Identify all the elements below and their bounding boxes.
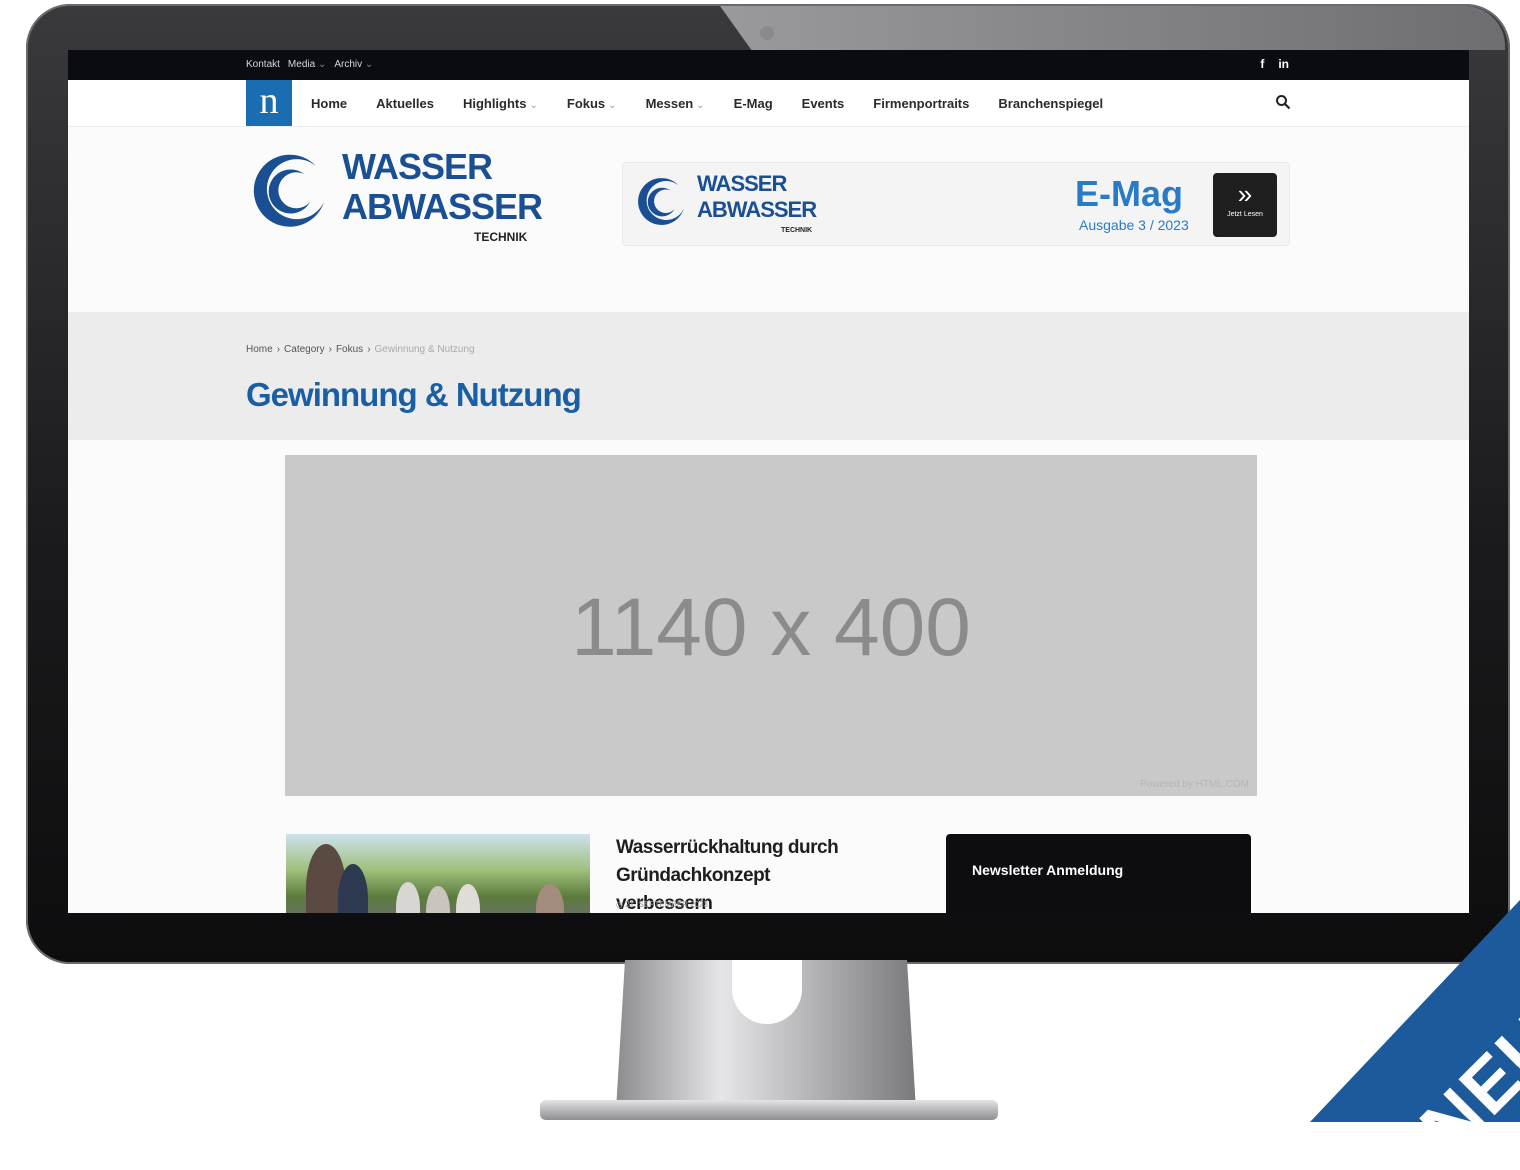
nav-emag[interactable]: E-Mag bbox=[734, 96, 773, 111]
logo-line-3: TECHNIK bbox=[474, 230, 528, 244]
social-links: f in bbox=[1260, 57, 1289, 71]
ad-credit: Powered by HTML.COM bbox=[1140, 779, 1249, 790]
camera-dot bbox=[760, 26, 774, 40]
top-link-kontakt[interactable]: Kontakt bbox=[246, 59, 280, 70]
banner-logo-line-1: WASSER bbox=[697, 171, 787, 196]
site-logo-small[interactable]: n bbox=[246, 80, 292, 126]
read-now-label: Jetzt Lesen bbox=[1227, 211, 1263, 218]
chevron-down-icon: ⌄ bbox=[529, 100, 538, 111]
nav-messen[interactable]: Messen ⌄ bbox=[646, 96, 705, 111]
crumb-home[interactable]: Home bbox=[246, 344, 273, 355]
read-now-button[interactable]: » Jetzt Lesen bbox=[1213, 173, 1277, 237]
nav-events[interactable]: Events bbox=[802, 96, 845, 111]
top-link-archiv[interactable]: Archiv ⌄ bbox=[334, 59, 373, 70]
chevron-down-icon: ⌄ bbox=[696, 100, 705, 111]
screen-glare bbox=[720, 6, 1505, 50]
logo-swirl-icon bbox=[253, 154, 324, 227]
banner-logo-line-3: TECHNIK bbox=[781, 227, 813, 234]
crumb-category[interactable]: Category bbox=[284, 344, 325, 355]
clock-icon: ◷ bbox=[616, 900, 623, 909]
crumb-fokus[interactable]: Fokus bbox=[336, 344, 363, 355]
linkedin-icon[interactable]: in bbox=[1278, 57, 1289, 71]
facebook-icon[interactable]: f bbox=[1260, 57, 1264, 71]
double-chevron-icon: » bbox=[1237, 179, 1253, 209]
site-logo[interactable]: WASSER ABWASSER TECHNIK bbox=[246, 146, 543, 256]
main-menu: Home Aktuelles Highlights ⌄ Fokus ⌄ Messen… bbox=[311, 96, 1103, 111]
banner-logo-line-2: ABWASSER bbox=[697, 197, 817, 222]
post-thumbnail[interactable] bbox=[286, 834, 590, 913]
nav-home[interactable]: Home bbox=[311, 96, 347, 111]
chevron-down-icon: ⌄ bbox=[608, 100, 617, 111]
post-date: ◷ 21. SEPTEMBER 2023 bbox=[616, 900, 708, 909]
newsletter-title: Newsletter Anmeldung bbox=[972, 862, 1124, 878]
logo-line-2: ABWASSER bbox=[342, 186, 543, 227]
nav-highlights[interactable]: Highlights ⌄ bbox=[463, 96, 538, 111]
ad-placeholder[interactable]: 1140 x 400 Powered by HTML.COM bbox=[285, 455, 1257, 796]
main-navbar: n Home Aktuelles Highlights ⌄ Fokus ⌄ Mess… bbox=[68, 80, 1469, 127]
newsletter-widget: Newsletter Anmeldung bbox=[946, 834, 1251, 913]
page-header: Home › Category › Fokus › Gewinnung & Nutzu… bbox=[68, 312, 1469, 440]
search-icon[interactable] bbox=[1275, 94, 1291, 110]
emag-title: E-Mag bbox=[1075, 173, 1183, 214]
breadcrumb: Home › Category › Fokus › Gewinnung & Nutzu… bbox=[246, 344, 475, 355]
top-links: Kontakt Media ⌄ Archiv ⌄ bbox=[246, 59, 373, 70]
nav-fokus[interactable]: Fokus ⌄ bbox=[567, 96, 617, 111]
banner-logo-icon bbox=[638, 178, 684, 225]
emag-subtitle: Ausgabe 3 / 2023 bbox=[1079, 217, 1189, 233]
browser-screen: Kontakt Media ⌄ Archiv ⌄ f in n Home Akt… bbox=[68, 50, 1469, 913]
emag-banner[interactable]: WASSER ABWASSER TECHNIK E-Mag Ausgabe 3 … bbox=[622, 162, 1290, 246]
top-link-media[interactable]: Media ⌄ bbox=[288, 59, 326, 70]
crumb-current: Gewinnung & Nutzung bbox=[374, 344, 475, 355]
nav-firmenportraits[interactable]: Firmenportraits bbox=[873, 96, 969, 111]
page-title: Gewinnung & Nutzung bbox=[246, 376, 582, 413]
nav-aktuelles[interactable]: Aktuelles bbox=[376, 96, 434, 111]
monitor-base bbox=[540, 1100, 998, 1120]
nav-branchenspiegel[interactable]: Branchenspiegel bbox=[998, 96, 1103, 111]
ad-size-text: 1140 x 400 bbox=[571, 582, 971, 673]
logo-line-1: WASSER bbox=[342, 146, 493, 187]
top-bar: Kontakt Media ⌄ Archiv ⌄ f in bbox=[68, 50, 1469, 80]
